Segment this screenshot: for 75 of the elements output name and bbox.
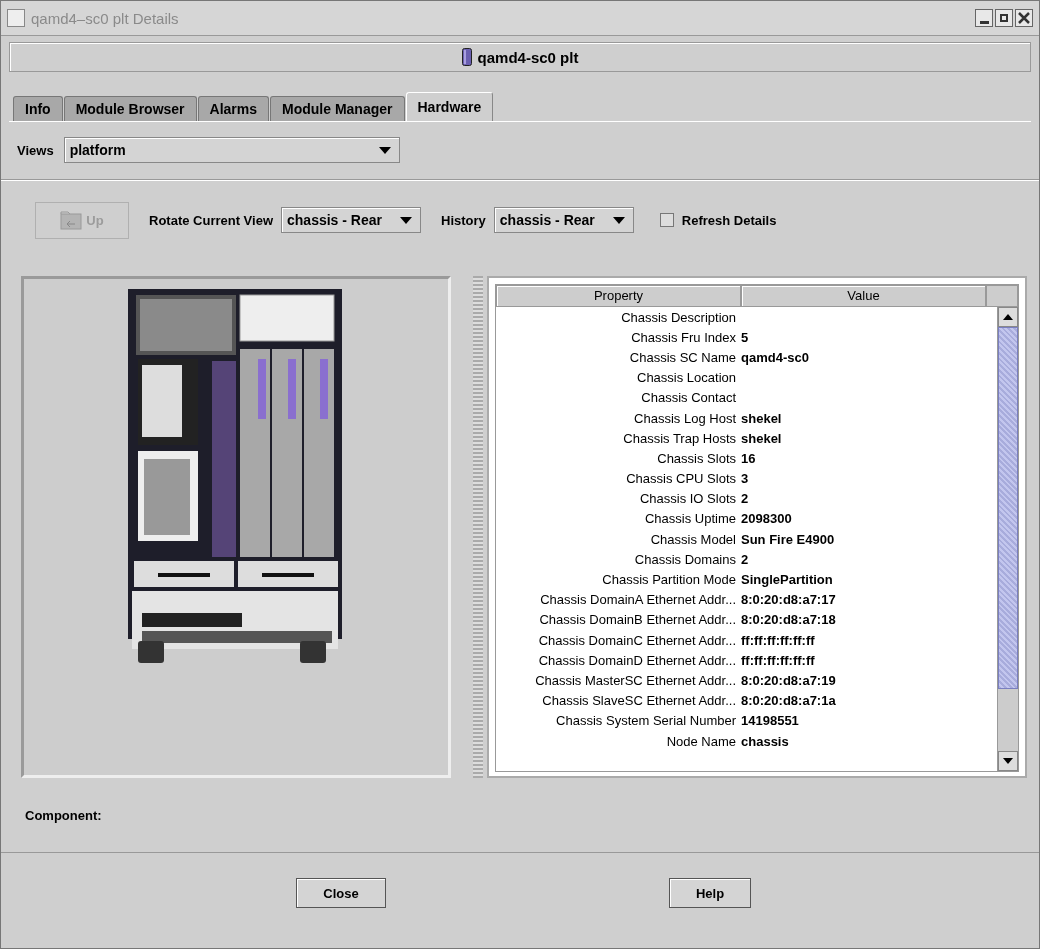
cylinder-icon	[461, 48, 472, 66]
property-cell-text: Chassis IO Slots	[638, 491, 737, 507]
value-cell-text: shekel	[741, 430, 783, 446]
history-dropdown[interactable]: chassis - Rear	[493, 207, 634, 233]
maximize-icon[interactable]	[995, 9, 1013, 27]
property-cell-text: Chassis Model	[649, 531, 737, 547]
property-cell-text: Chassis Uptime	[643, 511, 737, 527]
refresh-label: Refresh Details	[681, 212, 777, 228]
minimize-icon[interactable]	[975, 9, 993, 27]
history-label: History	[441, 212, 486, 228]
property-cell-text: Chassis DomainC Ethernet Addr...	[537, 632, 737, 648]
header-title: qamd4-sc0 plt	[477, 48, 579, 66]
tab[interactable]: Info	[13, 96, 63, 121]
dialog-button[interactable]: Help	[669, 878, 751, 908]
rotate-dropdown[interactable]: chassis - Rear	[281, 207, 421, 233]
scroll-down-icon[interactable]	[998, 751, 1018, 771]
property-cell-text: Chassis Description	[620, 309, 737, 325]
property-cell-text: Chassis System Serial Number	[555, 713, 737, 729]
tab[interactable]: Hardware	[405, 92, 494, 121]
value-cell-text: 5	[741, 329, 750, 345]
property-cell-text: Chassis Location	[636, 370, 737, 386]
views-label: Views	[17, 142, 54, 158]
property-cell-text: Chassis Trap Hosts	[622, 430, 737, 446]
splitter-handle[interactable]	[473, 276, 483, 778]
value-cell-text: 3	[741, 471, 750, 487]
property-cell-text: Chassis SlaveSC Ethernet Addr...	[541, 693, 737, 709]
value-cell-text: 8:0:20:d8:a7:19	[741, 672, 837, 688]
views-dropdown[interactable]: platform	[63, 137, 400, 163]
value-cell-text: chassis	[741, 733, 790, 749]
window-title: qamd4–sc0 plt Details	[31, 9, 179, 27]
value-cell-text: 2098300	[741, 511, 793, 527]
component-label: Component:	[24, 808, 103, 823]
property-cell-text: Chassis DomainB Ethernet Addr...	[538, 612, 737, 628]
caret-icon	[612, 216, 625, 224]
property-cell-text: Chassis Partition Mode	[601, 572, 737, 588]
property-cell-text: Chassis Domains	[633, 551, 737, 567]
property-cell-text: Chassis Fru Index	[630, 329, 737, 345]
value-cell-text: 8:0:20:d8:a7:17	[741, 592, 837, 608]
column-header[interactable]: Value	[741, 285, 986, 307]
value-cell-text: qamd4-sc0	[741, 349, 810, 365]
dialog-button[interactable]: Close	[296, 878, 386, 908]
value-cell-text: ff:ff:ff:ff:ff:ff	[741, 652, 816, 668]
value-cell-text: shekel	[741, 410, 783, 426]
rotate-label: Rotate Current View	[149, 212, 273, 228]
column-header[interactable]: Property	[496, 285, 741, 307]
value-cell-text: 16	[741, 450, 757, 466]
property-cell-text: Chassis DomainA Ethernet Addr...	[539, 592, 737, 608]
value-cell-text: 14198551	[741, 713, 800, 729]
property-cell-text: Chassis Log Host	[633, 410, 737, 426]
property-cell-text: Chassis DomainD Ethernet Addr...	[537, 652, 737, 668]
property-cell-text: Chassis Slots	[656, 450, 737, 466]
caret-icon	[400, 216, 412, 224]
tab[interactable]: Module Browser	[63, 96, 197, 121]
property-cell-text: Node Name	[665, 733, 737, 749]
value-cell-text: SinglePartition	[741, 572, 834, 588]
vertical-scrollbar[interactable]	[997, 307, 1018, 771]
close-icon[interactable]	[1015, 9, 1033, 27]
property-cell-text: Chassis MasterSC Ethernet Addr...	[534, 672, 737, 688]
value-cell-text: Sun Fire E4900	[741, 531, 836, 547]
scroll-thumb[interactable]	[998, 327, 1018, 690]
scroll-up-icon[interactable]	[998, 307, 1018, 327]
value-cell-text: 2	[741, 551, 750, 567]
folder-up-icon	[60, 210, 83, 230]
window-menu-icon[interactable]	[7, 9, 25, 27]
property-cell-text: Chassis CPU Slots	[625, 471, 737, 487]
refresh-checkbox[interactable]	[659, 213, 674, 227]
tab[interactable]: Module Manager	[270, 96, 405, 121]
tab[interactable]: Alarms	[197, 96, 270, 121]
value-cell-text: ff:ff:ff:ff:ff:ff	[741, 632, 816, 648]
value-cell-text: 8:0:20:d8:a7:1a	[741, 693, 837, 709]
caret-icon	[378, 146, 391, 154]
property-cell-text: Chassis Contact	[640, 390, 737, 406]
value-cell-text: 8:0:20:d8:a7:18	[741, 612, 837, 628]
value-cell-text: 2	[741, 491, 750, 507]
property-cell-text: Chassis SC Name	[628, 349, 737, 365]
